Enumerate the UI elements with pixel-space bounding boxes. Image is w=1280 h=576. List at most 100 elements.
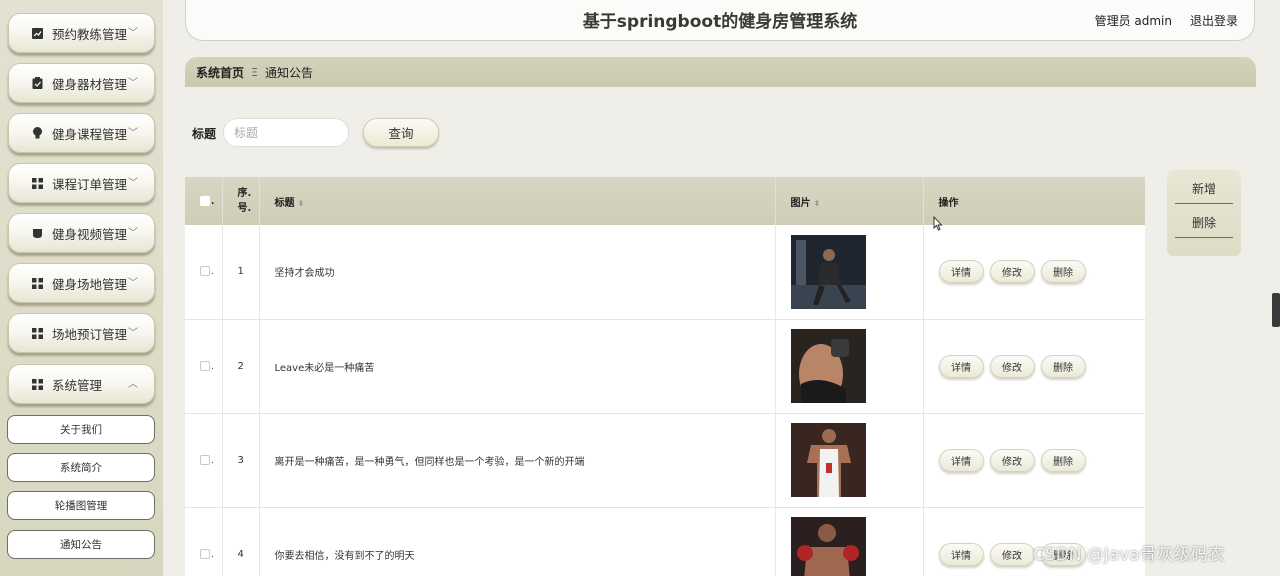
chevron-up-icon: ︿ xyxy=(128,379,138,390)
grid-icon xyxy=(31,177,43,189)
title-header-label: 标题 xyxy=(274,197,295,209)
current-user: 管理员 admin xyxy=(1094,14,1172,28)
sidebar-item-label: 课程订单管理 xyxy=(52,176,128,192)
delete-button[interactable]: 删除 xyxy=(1040,448,1086,472)
sidebar-item-venue[interactable]: 健身场地管理 ﹀ xyxy=(8,263,155,303)
row-select-cell: . xyxy=(185,225,223,319)
sort-icon[interactable]: ⬍ xyxy=(298,199,305,208)
breadcrumb-home[interactable]: 系统首页 xyxy=(196,64,244,81)
sidebar-item-label: 场地预订管理 xyxy=(52,326,128,342)
detail-button[interactable]: 详情 xyxy=(938,542,984,566)
row-title: Leave未必是一种痛苦 xyxy=(259,319,776,413)
mouse-cursor-icon xyxy=(933,216,943,231)
breadcrumb: 系统首页 Ξ 通知公告 xyxy=(185,57,1256,87)
sidebar-item-video[interactable]: 健身视频管理 ﹀ xyxy=(8,213,155,253)
gym-photo-4 xyxy=(790,517,866,576)
watermark-text: CSDN @Java骨灰级码农 xyxy=(1033,545,1225,565)
submenu-label: 通知公告 xyxy=(60,539,102,551)
grid-icon xyxy=(31,277,43,289)
row-title: 你要去相信，没有到不了的明天 xyxy=(259,507,776,576)
top-header: 基于springboot的健身房管理系统 管理员 admin 退出登录 xyxy=(185,0,1255,41)
query-button[interactable]: 查询 xyxy=(363,118,439,147)
edit-button[interactable]: 修改 xyxy=(989,448,1035,472)
row-select-cell: . xyxy=(185,507,223,576)
edit-button[interactable]: 修改 xyxy=(989,260,1035,284)
detail-button[interactable]: 详情 xyxy=(938,260,984,284)
ops-header: 操作 xyxy=(938,197,959,209)
sidebar-item-label: 健身视频管理 xyxy=(52,226,128,242)
sidebar-item-course[interactable]: 健身课程管理 ﹀ xyxy=(8,113,155,153)
row-image-cell xyxy=(775,507,924,576)
lightbulb-icon xyxy=(31,127,43,139)
submenu-label: 关于我们 xyxy=(60,424,102,436)
grid-icon xyxy=(31,327,43,339)
sidebar: 预约教练管理 ﹀ 健身器材管理 ﹀ 健身课程管理 ﹀ 课程订单管理 ﹀ 健身视频… xyxy=(0,0,163,576)
row-select-cell: . xyxy=(185,319,223,413)
gym-photo-2 xyxy=(790,329,866,403)
delete-button[interactable]: 删除 xyxy=(1040,260,1086,284)
chevron-down-icon: ﹀ xyxy=(128,28,138,39)
row-image-cell xyxy=(775,225,924,319)
index-header: 序. 号. xyxy=(222,177,260,225)
select-all-checkbox[interactable] xyxy=(200,195,210,206)
add-button[interactable]: 新增 xyxy=(1175,174,1233,204)
row-title: 坚持才会成功 xyxy=(259,225,776,319)
row-image-cell xyxy=(775,319,924,413)
row-ops: 详情 修改 删除 xyxy=(923,319,1145,413)
notice-table: . 序. 号. 标题 ⬍ 图片 ⬍ 操作 . 1 坚持才会成功 详情 修改 删除… xyxy=(185,177,1145,576)
image-header[interactable]: 图片 ⬍ xyxy=(775,177,924,225)
index-header-line2: 号. xyxy=(237,203,252,214)
chart-icon xyxy=(31,27,43,39)
table-row: . 2 Leave未必是一种痛苦 详情 修改 删除 xyxy=(185,319,1145,413)
chevron-down-icon: ﹀ xyxy=(128,228,138,239)
row-index: 4 xyxy=(222,507,260,576)
sidebar-item-coach-booking[interactable]: 预约教练管理 ﹀ xyxy=(8,13,155,53)
table-header-row: . 序. 号. 标题 ⬍ 图片 ⬍ 操作 xyxy=(185,177,1145,225)
sidebar-item-system[interactable]: 系统管理 ︿ xyxy=(8,364,155,404)
sidebar-item-course-orders[interactable]: 课程订单管理 ﹀ xyxy=(8,163,155,203)
logout-link[interactable]: 退出登录 xyxy=(1190,12,1238,29)
row-ops: 详情 修改 删除 xyxy=(923,413,1145,507)
row-checkbox[interactable] xyxy=(200,548,210,559)
detail-button[interactable]: 详情 xyxy=(938,354,984,378)
table-row: . 1 坚持才会成功 详情 修改 删除 xyxy=(185,225,1145,319)
submenu-label: 轮播图管理 xyxy=(54,500,108,512)
row-index: 2 xyxy=(222,319,260,413)
table-row: . 3 离开是一种痛苦，是一种勇气，但同样也是一个考验，是一个新的开端 详情 修改… xyxy=(185,413,1145,507)
chevron-down-icon: ﹀ xyxy=(128,178,138,189)
chevron-down-icon: ﹀ xyxy=(128,78,138,89)
submenu-notices[interactable]: 通知公告 xyxy=(7,530,155,559)
table-row: . 4 你要去相信，没有到不了的明天 详情 修改 删除 xyxy=(185,507,1145,576)
gym-photo-3 xyxy=(790,423,866,497)
edit-button[interactable]: 修改 xyxy=(989,542,1035,566)
row-checkbox[interactable] xyxy=(200,360,210,371)
search-input[interactable] xyxy=(223,118,349,147)
row-image-cell xyxy=(775,413,924,507)
delete-button[interactable]: 删除 xyxy=(1040,354,1086,378)
clipboard-icon xyxy=(31,77,43,89)
sort-icon[interactable]: ⬍ xyxy=(814,199,821,208)
cup-icon xyxy=(31,227,43,239)
edit-button[interactable]: 修改 xyxy=(989,354,1035,378)
sidebar-item-label: 健身课程管理 xyxy=(52,126,128,142)
batch-delete-button[interactable]: 删除 xyxy=(1175,208,1233,238)
row-ops: 详情 修改 删除 xyxy=(923,225,1145,319)
row-index: 3 xyxy=(222,413,260,507)
breadcrumb-separator: Ξ xyxy=(251,65,258,79)
sidebar-item-venue-booking[interactable]: 场地预订管理 ﹀ xyxy=(8,313,155,353)
title-header[interactable]: 标题 ⬍ xyxy=(259,177,776,225)
row-checkbox[interactable] xyxy=(200,454,210,465)
submenu-carousel[interactable]: 轮播图管理 xyxy=(7,491,155,520)
submenu-system-intro[interactable]: 系统简介 xyxy=(7,453,155,482)
detail-button[interactable]: 详情 xyxy=(938,448,984,472)
side-action-panel: 新增 删除 xyxy=(1167,170,1241,256)
search-label: 标题 xyxy=(192,127,217,141)
gym-photo-1 xyxy=(790,234,866,309)
image-header-label: 图片 xyxy=(790,197,811,209)
grid-icon xyxy=(31,378,43,390)
submenu-about-us[interactable]: 关于我们 xyxy=(7,415,155,444)
row-select-cell: . xyxy=(185,413,223,507)
row-checkbox[interactable] xyxy=(200,266,210,277)
scrollbar-thumb[interactable] xyxy=(1272,293,1280,327)
sidebar-item-equipment[interactable]: 健身器材管理 ﹀ xyxy=(8,63,155,103)
